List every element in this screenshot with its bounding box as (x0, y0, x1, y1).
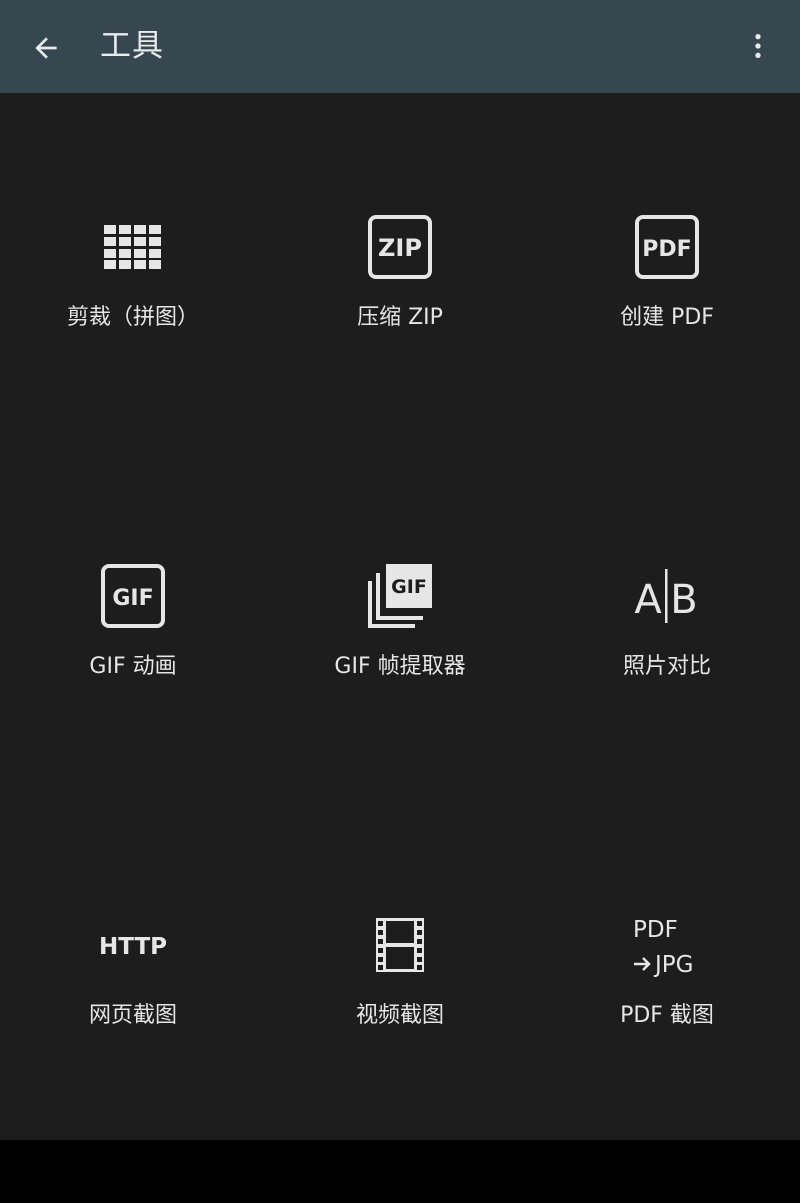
gif-icon: GIF (93, 556, 173, 636)
back-button[interactable] (24, 26, 68, 70)
zip-icon: ZIP (360, 207, 440, 287)
svg-text:GIF: GIF (112, 586, 153, 611)
tool-label: GIF 动画 (89, 654, 177, 679)
pdf-to-jpg-icon: PDF JPG (627, 905, 707, 985)
tool-compress-zip[interactable]: ZIP 压缩 ZIP (267, 207, 533, 367)
svg-text:ZIP: ZIP (378, 234, 422, 262)
app-bar: 工具 (0, 0, 800, 93)
tool-label: 网页截图 (88, 1003, 177, 1028)
system-nav-bar (0, 1140, 800, 1203)
grid-icon (93, 207, 173, 287)
tool-video-screenshot[interactable]: 视频截图 (267, 905, 533, 1065)
tool-photo-compare[interactable]: A B 照片对比 (534, 556, 800, 716)
tool-crop-collage[interactable]: 剪裁（拼图） (0, 207, 266, 367)
tool-label: 创建 PDF (620, 305, 714, 330)
tool-label: 照片对比 (622, 654, 711, 679)
tool-label: PDF 截图 (620, 1003, 714, 1028)
gif-frames-icon: GIF (360, 556, 440, 636)
more-vert-icon (755, 34, 761, 58)
http-icon: HTTP (93, 905, 173, 985)
svg-text:A: A (634, 577, 662, 623)
tool-label: GIF 帧提取器 (334, 654, 466, 679)
pdf-icon: PDF (627, 207, 707, 287)
tools-grid: 剪裁（拼图） ZIP 压缩 ZIP PDF 创建 PDF GIF GIF 动画 (0, 93, 800, 1140)
svg-text:GIF: GIF (391, 576, 427, 598)
tool-pdf-screenshot[interactable]: PDF JPG PDF 截图 (534, 905, 800, 1065)
tool-webpage-screenshot[interactable]: HTTP 网页截图 (0, 905, 266, 1065)
tool-label: 剪裁（拼图） (66, 305, 199, 330)
svg-text:JPG: JPG (653, 952, 693, 978)
tool-gif-frame-extractor[interactable]: GIF GIF 帧提取器 (267, 556, 533, 716)
svg-text:B: B (670, 577, 697, 623)
arrow-left-icon (35, 37, 57, 59)
svg-text:HTTP: HTTP (99, 934, 167, 960)
tool-label: 压缩 ZIP (357, 305, 443, 330)
film-icon (360, 905, 440, 985)
tool-gif-animation[interactable]: GIF GIF 动画 (0, 556, 266, 716)
tool-create-pdf[interactable]: PDF 创建 PDF (534, 207, 800, 367)
page-title: 工具 (100, 28, 164, 64)
compare-ab-icon: A B (627, 556, 707, 636)
svg-text:PDF: PDF (642, 237, 691, 262)
svg-text:PDF: PDF (633, 917, 678, 943)
overflow-menu-button[interactable] (736, 24, 780, 68)
tool-label: 视频截图 (355, 1003, 444, 1028)
